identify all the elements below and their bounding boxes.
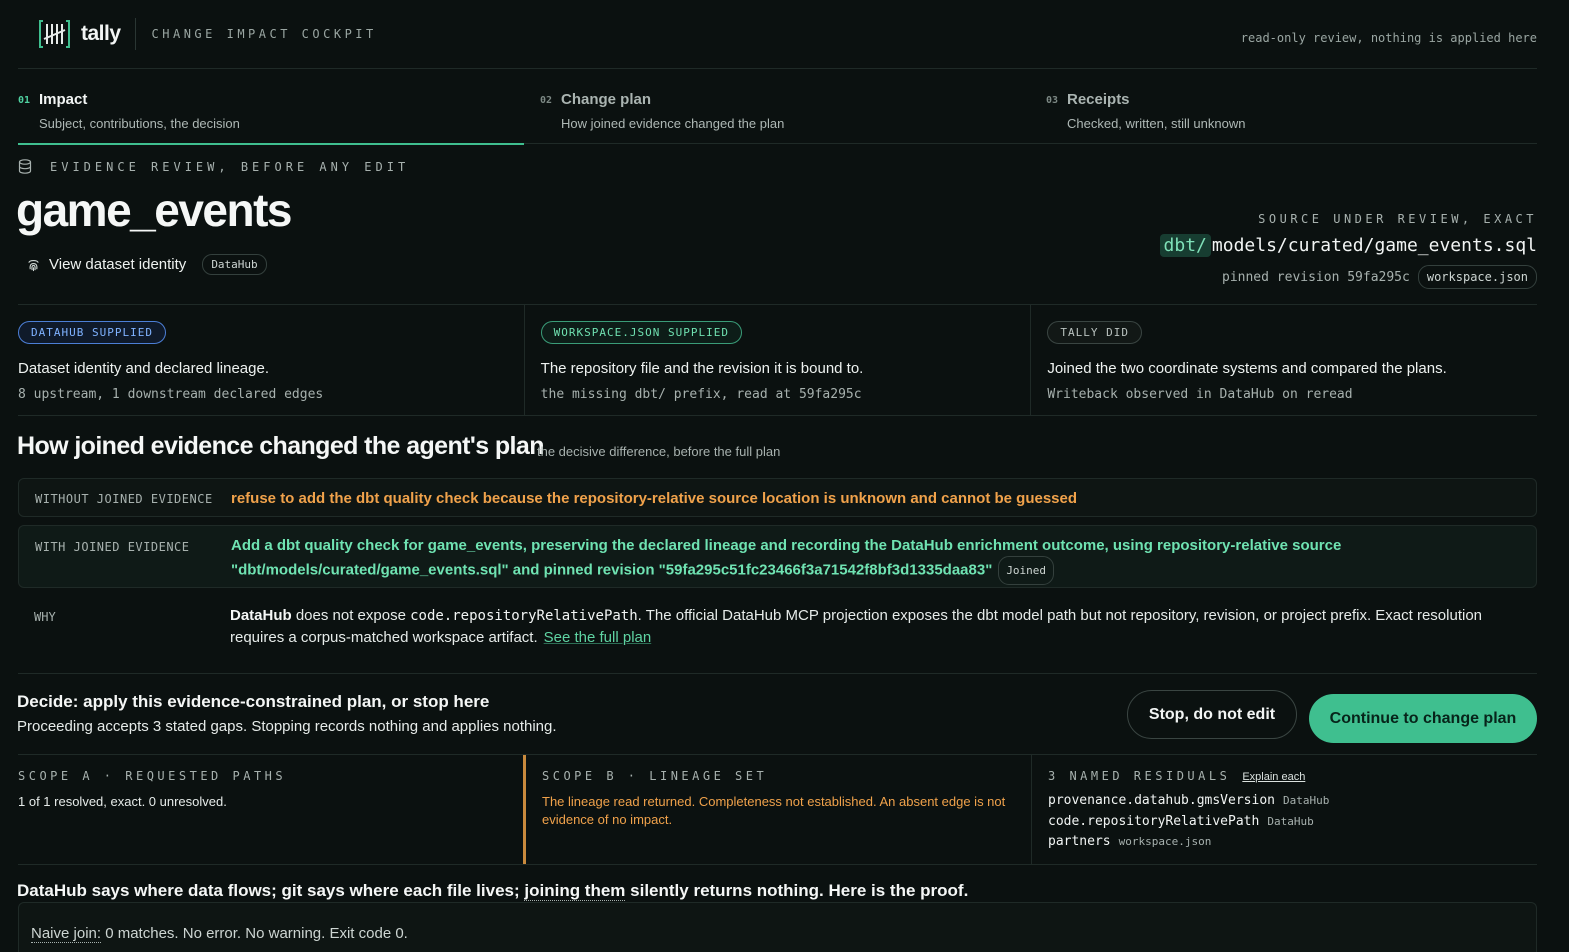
- see-full-plan-link[interactable]: See the full plan: [544, 629, 652, 646]
- source-prefix: dbt/: [1159, 234, 1211, 257]
- residual-name: code.repositoryRelativePath: [1048, 813, 1260, 829]
- decide-title: Decide: apply this evidence-constrained …: [17, 692, 490, 711]
- identity-label: View dataset identity: [49, 256, 187, 273]
- tab-title: Change plan: [561, 91, 652, 108]
- why-explanation: DataHub does not expose code.repositoryR…: [230, 605, 1525, 649]
- tab-receipts[interactable]: 03 Receipts Checked, written, still unkn…: [1046, 69, 1536, 144]
- scope-b-body: The lineage read returned. Completeness …: [542, 794, 1006, 827]
- residuals-heading-text: 3 NAMED RESIDUALS: [1048, 769, 1231, 783]
- residual-list: provenance.datahub.gmsVersion DataHub co…: [1048, 793, 1329, 855]
- row-key: WITH JOINED EVIDENCE: [35, 540, 190, 554]
- card-description: Dataset identity and declared lineage.: [18, 360, 270, 377]
- continue-button[interactable]: Continue to change plan: [1309, 694, 1537, 743]
- card-description: The repository file and the revision it …: [540, 360, 864, 377]
- scope-a-heading: SCOPE A · REQUESTED PATHS: [18, 769, 287, 783]
- datahub-supplied-card: DATAHUB SUPPLIED Dataset identity and de…: [18, 305, 524, 415]
- with-evidence-row: WITH JOINED EVIDENCE Add a dbt quality c…: [18, 525, 1537, 588]
- row-key: WITHOUT JOINED EVIDENCE: [35, 492, 213, 506]
- residual-source: DataHub: [1267, 814, 1314, 828]
- eyebrow-label: EVIDENCE REVIEW, BEFORE ANY EDIT: [50, 159, 410, 174]
- card-meta: the missing dbt/ prefix, read at 59fa295…: [540, 387, 862, 402]
- section-title: How joined evidence changed the agent's …: [17, 432, 544, 460]
- step-tabs: 01 Impact Subject, contributions, the de…: [18, 69, 1537, 145]
- tab-number: 03: [1046, 95, 1059, 106]
- card-meta: 8 upstream, 1 downstream declared edges: [18, 387, 324, 402]
- card-meta: Writeback observed in DataHub on reread: [1047, 387, 1353, 402]
- naive-join-box: Naive join: 0 matches. No error. No warn…: [18, 902, 1537, 952]
- source-path-rest: models/curated/game_events.sql: [1211, 235, 1537, 256]
- fingerprint-icon: [28, 259, 39, 272]
- tab-title: Receipts: [1067, 91, 1130, 108]
- joining-them-term[interactable]: joining them: [524, 881, 626, 901]
- workspace-supplied-badge: WORKSPACE.JSON SUPPLIED: [540, 321, 742, 344]
- naive-join-result: Naive join: 0 matches. No error. No warn…: [31, 925, 408, 943]
- divider: [18, 673, 1537, 674]
- view-identity-link[interactable]: View dataset identity DataHub: [26, 254, 267, 275]
- residual-name: provenance.datahub.gmsVersion: [1048, 793, 1275, 808]
- scope-a-panel: SCOPE A · REQUESTED PATHS 1 of 1 resolve…: [18, 755, 523, 864]
- datahub-supplied-badge: DATAHUB SUPPLIED: [18, 321, 166, 344]
- section-subtitle: the decisive difference, before the full…: [537, 444, 781, 459]
- without-evidence-row: WITHOUT JOINED EVIDENCE refuse to add th…: [18, 478, 1537, 517]
- with-evidence-plan: Add a dbt quality check for game_events,…: [231, 535, 1371, 585]
- naive-join-text: 0 matches. No error. No warning. Exit co…: [101, 925, 408, 942]
- workspace-pill: workspace.json: [1417, 265, 1537, 289]
- tab-subtitle: How joined evidence changed the plan: [561, 116, 785, 131]
- why-text-1: does not expose: [291, 607, 411, 624]
- tab-impact[interactable]: 01 Impact Subject, contributions, the de…: [18, 69, 524, 145]
- residuals-panel: 3 NAMED RESIDUALS Explain each provenance…: [1031, 755, 1537, 864]
- decide-subtitle: Proceeding accepts 3 stated gaps. Stoppi…: [17, 718, 557, 735]
- residual-item: provenance.datahub.gmsVersion DataHub: [1048, 793, 1329, 814]
- tab-subtitle: Subject, contributions, the decision: [39, 116, 240, 131]
- workspace-supplied-card: WORKSPACE.JSON SUPPLIED The repository f…: [523, 305, 1031, 415]
- card-description: Joined the two coordinate systems and co…: [1047, 360, 1447, 377]
- app-header: tally CHANGE IMPACT COCKPIT read-only re…: [18, 0, 1537, 69]
- scopes-row: SCOPE A · REQUESTED PATHS 1 of 1 resolve…: [18, 754, 1537, 865]
- tab-change-plan[interactable]: 02 Change plan How joined evidence chang…: [540, 69, 1030, 144]
- scope-b-panel: SCOPE B · LINEAGE SET The lineage read r…: [523, 755, 1031, 864]
- why-code: code.repositoryRelativePath: [410, 608, 638, 624]
- residual-item: code.repositoryRelativePath DataHub: [1048, 814, 1329, 835]
- residuals-heading: 3 NAMED RESIDUALS Explain each: [1048, 769, 1305, 783]
- proof-heading: DataHub says where data flows; git says …: [17, 881, 968, 901]
- scope-b-heading: SCOPE B · LINEAGE SET: [542, 769, 768, 783]
- residual-source: workspace.json: [1118, 835, 1212, 848]
- database-icon: [18, 159, 32, 174]
- evidence-eyebrow: EVIDENCE REVIEW, BEFORE ANY EDIT: [18, 159, 409, 174]
- readonly-notice: read-only review, nothing is applied her…: [1240, 31, 1537, 45]
- why-key: WHY: [34, 610, 56, 624]
- tally-did-card: TALLY DID Joined the two coordinate syst…: [1030, 305, 1537, 415]
- residual-name: partners: [1048, 834, 1111, 849]
- pinned-revision: pinned revision 59fa295c workspace.json: [1222, 265, 1537, 289]
- app-subtitle: CHANGE IMPACT COCKPIT: [151, 27, 377, 41]
- with-evidence-text: Add a dbt quality check for game_events,…: [231, 537, 1342, 579]
- source-eyebrow: SOURCE UNDER REVIEW, EXACT: [1258, 212, 1537, 226]
- tab-title: Impact: [39, 91, 88, 108]
- header-divider: [134, 18, 136, 50]
- tally-marks-icon: [38, 19, 71, 49]
- pinned-text: pinned revision 59fa295c: [1222, 269, 1410, 285]
- residual-source: DataHub: [1282, 794, 1330, 807]
- tab-number: 02: [540, 95, 553, 106]
- datahub-pill: DataHub: [202, 254, 267, 275]
- residual-item: partners workspace.json: [1048, 834, 1329, 855]
- page-title: game_events: [16, 184, 293, 236]
- why-bold: DataHub: [230, 607, 292, 624]
- explain-each-link[interactable]: Explain each: [1242, 771, 1305, 783]
- tally-did-badge: TALLY DID: [1047, 321, 1142, 344]
- tab-subtitle: Checked, written, still unknown: [1067, 116, 1246, 131]
- stop-button[interactable]: Stop, do not edit: [1127, 690, 1297, 739]
- active-tab-indicator: [18, 143, 524, 145]
- naive-join-term[interactable]: Naive join:: [31, 925, 102, 943]
- proof-pre: DataHub says where data flows; git says …: [17, 881, 525, 900]
- scope-a-body: 1 of 1 resolved, exact. 0 unresolved.: [18, 794, 227, 809]
- brand-name: tally: [81, 22, 121, 45]
- proof-post: silently returns nothing. Here is the pr…: [625, 881, 969, 900]
- tab-number: 01: [18, 95, 31, 106]
- supplied-row: DATAHUB SUPPLIED Dataset identity and de…: [18, 304, 1537, 416]
- source-path: dbt/models/curated/game_events.sql: [1159, 234, 1537, 257]
- joined-pill: Joined: [998, 556, 1055, 585]
- without-evidence-plan: refuse to add the dbt quality check beca…: [231, 490, 1078, 507]
